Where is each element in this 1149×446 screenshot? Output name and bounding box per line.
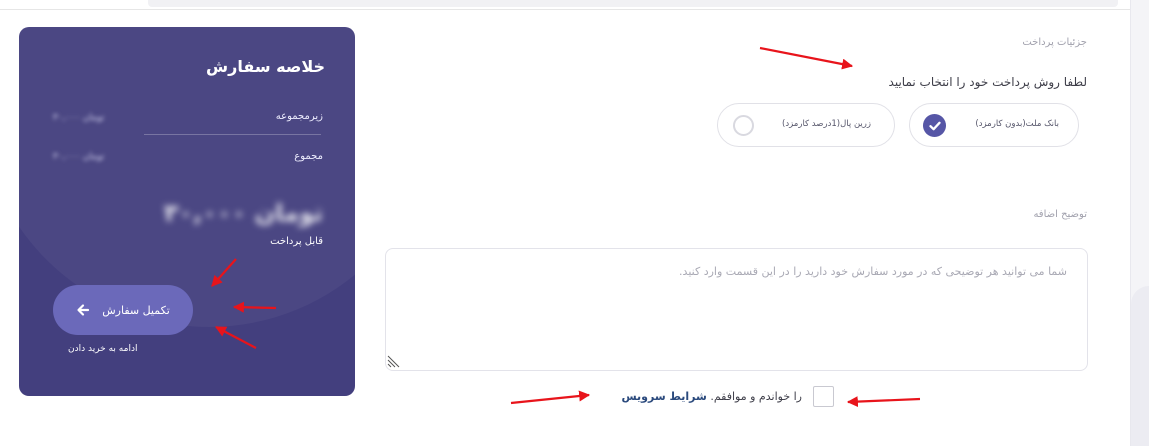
order-summary-title: خلاصه سفارش	[206, 57, 325, 76]
order-notes-textarea[interactable]	[385, 248, 1088, 371]
total-value: ۳۰,۰۰۰ تومان	[53, 152, 105, 162]
terms-text-before: را خواندم و موافقم.	[710, 390, 802, 403]
annotation-arrow	[510, 390, 591, 405]
resize-grip-icon[interactable]	[387, 355, 400, 368]
complete-order-label: تکمیل سفارش	[102, 303, 170, 317]
gutter-decoration	[1131, 286, 1149, 446]
continue-shopping-link[interactable]: ادامه به خرید دادن	[68, 344, 137, 354]
subtotal-label: زیرمجموعه	[275, 111, 323, 122]
scroll-gutter	[1130, 0, 1149, 446]
annotation-arrow	[846, 396, 921, 408]
complete-order-button[interactable]: تکمیل سفارش	[53, 285, 193, 335]
subtotal-value: ۳۰,۰۰۰ تومان	[53, 113, 105, 123]
summary-divider	[144, 134, 321, 135]
payable-amount: ۳۰,۰۰۰ تومان	[163, 199, 323, 227]
annotation-arrow	[759, 46, 854, 70]
payment-option-label: بانک ملت(بدون کارمزد)	[975, 119, 1059, 129]
payment-option-label: زرین پال(1درصد کارمزد)	[782, 119, 871, 129]
terms-of-service-link[interactable]: شرایط سرویس	[622, 390, 707, 403]
terms-checkbox[interactable]	[813, 386, 834, 407]
radio-empty-icon	[733, 115, 754, 136]
choose-payment-text: لطفا روش پرداخت خود را انتخاب نمایید	[888, 75, 1087, 89]
total-label: مجموع	[294, 151, 323, 162]
payment-option-zarinpal[interactable]: زرین پال(1درصد کارمزد)	[717, 103, 895, 147]
extra-notes-title: توضیح اضافه	[1033, 209, 1087, 220]
terms-text: را خواندم و موافقم. شرایط سرویس	[622, 390, 803, 403]
check-icon	[923, 114, 946, 137]
top-bar	[0, 0, 1130, 10]
arrow-left-icon	[77, 304, 90, 316]
top-strip	[148, 0, 1118, 7]
order-summary-card: خلاصه سفارش زیرمجموعه ۳۰,۰۰۰ تومان مجموع…	[19, 27, 355, 396]
payment-details-title: جزئیات پرداخت	[1022, 37, 1087, 48]
payable-label: قابل پرداخت	[270, 236, 323, 247]
payment-option-mellat[interactable]: بانک ملت(بدون کارمزد)	[909, 103, 1079, 147]
